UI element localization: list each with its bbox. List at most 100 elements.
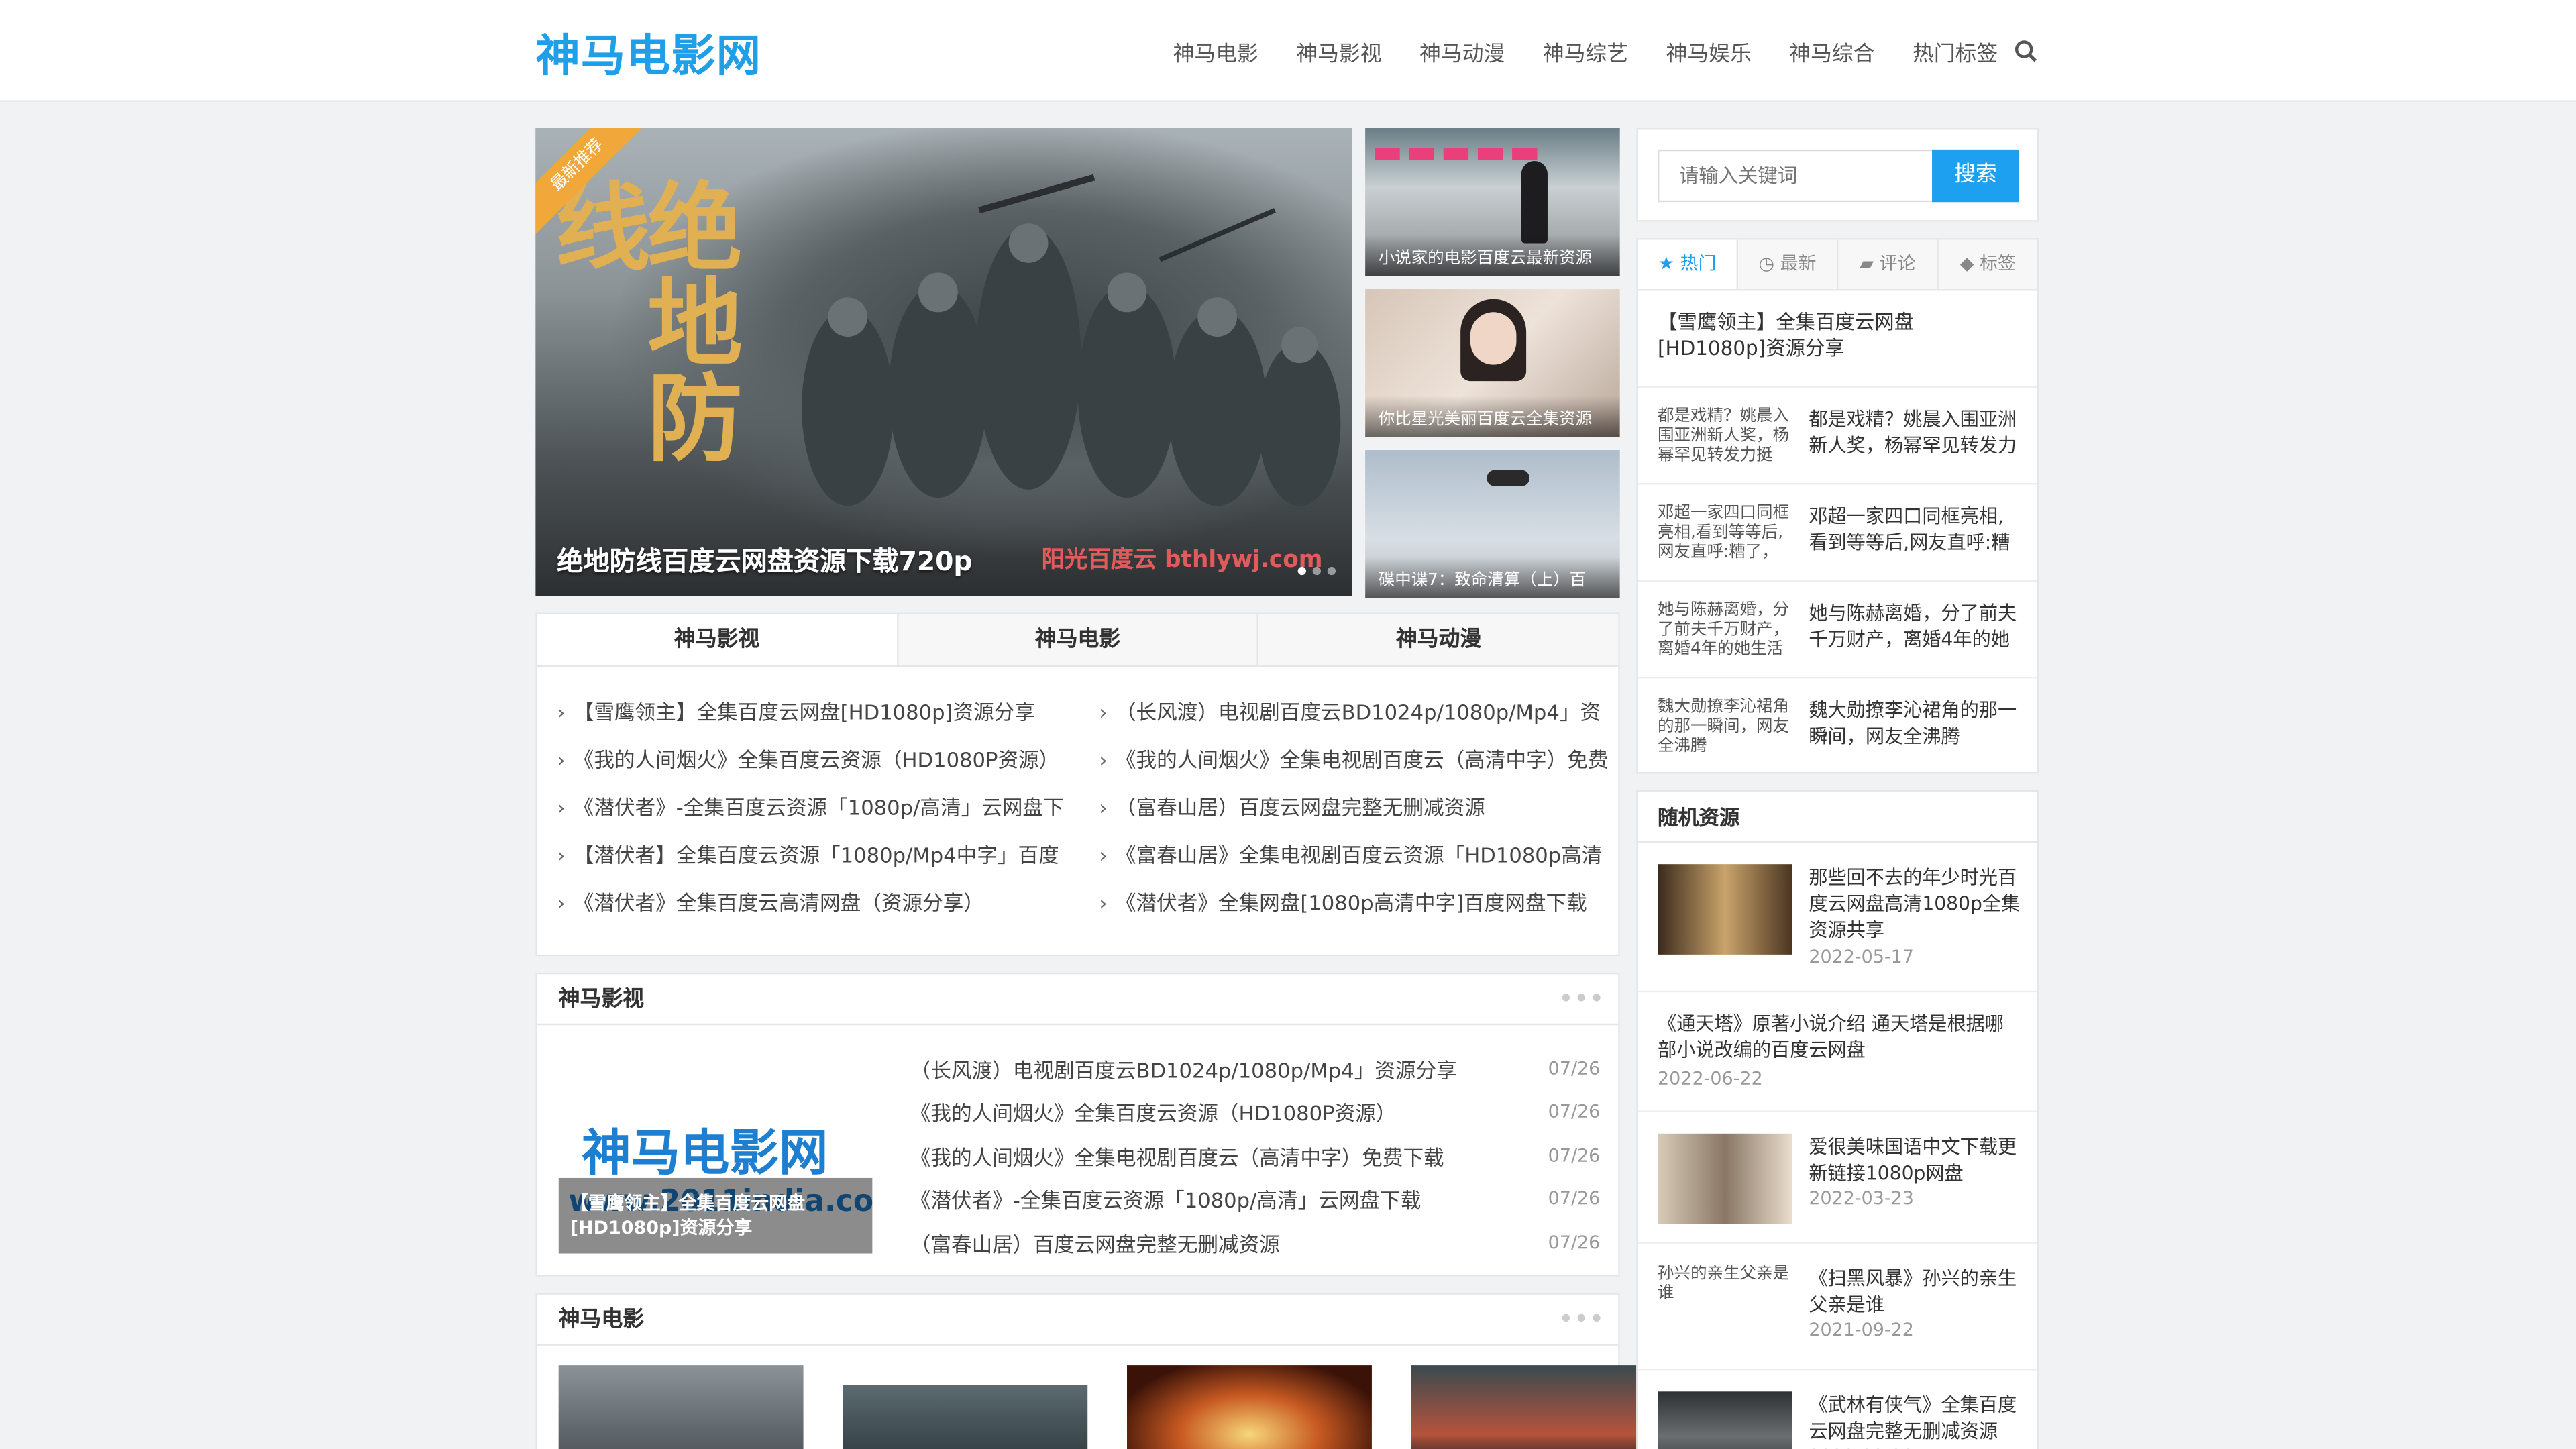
nav-item[interactable]: 神马综艺 <box>1543 36 1628 68</box>
tab-latest[interactable]: ◷ 最新 <box>1738 239 1839 290</box>
tab-label: 标签 <box>1980 253 2016 274</box>
random-widget: 随机资源 那些回不去的年少时光百度云网盘高清1080p全集资源共享 2022-0… <box>1636 790 2039 1449</box>
list-item[interactable]: 《潜伏者》-全集百度云资源「1080p/高清」云网盘下载 07/26 <box>910 1177 1601 1221</box>
tab-link-list: 【雪鹰领主】全集百度云网盘[HD1080p]资源分享 （长风渡）电视剧百度云BD… <box>557 696 1609 918</box>
hot-tabs: ★ 热门 ◷ 最新 ▰ 评论 ◆ 标签 <box>1638 239 2037 291</box>
item-title[interactable]: 《我的人间烟火》全集百度云资源（HD1080P资源） <box>910 1096 1397 1128</box>
list-item[interactable]: 《我的人间烟火》全集百度云资源（HD1080P资源） <box>557 744 1099 775</box>
side-thumb[interactable]: ▬▬▬▬▬ 小说家的电影百度云最新资源 <box>1365 128 1620 276</box>
nav-item[interactable]: 神马电影 <box>1173 36 1258 68</box>
side-thumb[interactable]: 你比星光美丽百度云全集资源 <box>1365 289 1620 437</box>
search-button[interactable]: 搜索 <box>1932 149 2019 203</box>
list-item[interactable]: 《通天塔》原著小说介绍 通天塔是根据哪部小说改编的百度云网盘 2022-06-2… <box>1638 992 2037 1112</box>
search-icon[interactable] <box>2014 40 2037 62</box>
list-item[interactable]: （富春山居）百度云网盘完整无删减资源 <box>1099 792 1608 823</box>
item-thumb <box>1658 864 1792 955</box>
item-date: 2022-06-22 <box>1658 1067 1763 1089</box>
list-item[interactable]: 《我的人间烟火》全集电视剧百度云（高清中字）免费下载 07/26 <box>910 1134 1601 1177</box>
site-header: 神马电影网 神马电影 神马影视 神马动漫 神马综艺 神马娱乐 神马综合 热门标签 <box>0 0 2576 102</box>
hero-slider[interactable]: 绝地防线 最新推荐 绝地防线百度云网盘资源下载720p 阳光百度云 bthlyw… <box>535 128 1352 596</box>
slider-dot[interactable] <box>1297 566 1306 576</box>
list-item[interactable]: 孙兴的亲生父亲是谁 《扫黑风暴》孙兴的亲生父亲是谁 2021-09-22 <box>1638 1244 2037 1371</box>
list-item[interactable]: （富春山居）百度云网盘完整无删减资源 07/26 <box>910 1221 1601 1265</box>
hot-first-item[interactable]: 【雪鹰领主】全集百度云网盘[HD1080p]资源分享 <box>1638 290 2037 388</box>
nav-item[interactable]: 神马影视 <box>1296 36 1381 68</box>
list-item[interactable]: 《潜伏者》全集百度云高清网盘（资源分享） <box>557 887 1099 918</box>
item-title[interactable]: 《扫黑风暴》孙兴的亲生父亲是谁 <box>1809 1265 2022 1318</box>
list-item[interactable]: 《武林有侠气》全集百度云网盘完整无删减资源 2023-02-20 <box>1638 1370 2037 1449</box>
featured-caption: 【雪鹰领主】全集百度云网盘[HD1080p]资源分享 <box>558 1177 873 1254</box>
search-input[interactable] <box>1658 149 1934 203</box>
list-item[interactable]: 都是戏精？姚晨入围亚洲新人奖，杨幂罕见转发力挺 都是戏精？姚晨入围亚洲新人奖，杨… <box>1638 388 2037 485</box>
list-item[interactable]: 【雪鹰领主】全集百度云网盘[HD1080p]资源分享 <box>557 696 1099 728</box>
poster-calligraphy: 绝地防线 <box>539 177 743 464</box>
list-item[interactable]: 《富春山居》全集电视剧百度云资源「HD1080p高清 <box>1099 839 1608 871</box>
list-item[interactable]: （长风渡）电视剧百度云BD1024p/1080p/Mp4」资源分享 07/26 <box>910 1046 1601 1090</box>
thumb-art-text: ▬▬▬▬▬ <box>1371 131 1544 171</box>
item-date: 07/26 <box>1548 1144 1601 1167</box>
list-item[interactable]: （长风渡）电视剧百度云BD1024p/1080p/Mp4」资 <box>1099 696 1608 728</box>
item-title[interactable]: 她与陈赫离婚，分了前夫千万财产，离婚4年的她 <box>1809 600 2022 655</box>
list-item[interactable]: 【潜伏者】全集百度云资源「1080p/Mp4中字」百度 <box>557 839 1099 871</box>
item-title[interactable]: 《武林有侠气》全集百度云网盘完整无删减资源 <box>1809 1391 2022 1444</box>
tag-icon: ◆ <box>1960 253 1980 274</box>
slider-dot[interactable] <box>1312 566 1321 576</box>
featured-logo: 神马电影网 <box>581 1125 828 1183</box>
comment-icon: ▰ <box>1860 253 1880 274</box>
nav-item[interactable]: 神马综合 <box>1789 36 1874 68</box>
nav-item[interactable]: 神马动漫 <box>1419 36 1505 68</box>
random-title: 随机资源 <box>1638 792 2037 843</box>
tab-shenma-ys[interactable]: 神马影视 <box>537 614 898 665</box>
search-widget: 搜索 <box>1636 128 2039 222</box>
nav-item[interactable]: 神马娱乐 <box>1666 36 1751 68</box>
item-title[interactable]: （长风渡）电视剧百度云BD1024p/1080p/Mp4」资源分享 <box>910 1053 1457 1084</box>
item-title[interactable]: 都是戏精？姚晨入围亚洲新人奖，杨幂罕见转发力 <box>1809 406 2022 462</box>
category-tabs-box: 神马影视 神马电影 神马动漫 【雪鹰领主】全集百度云网盘[HD1080p]资源分… <box>535 612 1620 957</box>
item-title[interactable]: 爱很美味国语中文下载更新链接1080p网盘 <box>1809 1134 2022 1186</box>
slider-caption[interactable]: 绝地防线百度云网盘资源下载720p <box>557 539 972 578</box>
item-title[interactable]: 那些回不去的年少时光百度云网盘高清1080p全集资源共享 <box>1809 864 2022 943</box>
slider-watermark: 阳光百度云 bthlywj.com <box>1041 547 1323 574</box>
list-item[interactable]: 爱很美味国语中文下载更新链接1080p网盘 2022-03-23 <box>1638 1112 2037 1244</box>
item-title[interactable]: （富春山居）百度云网盘完整无删减资源 <box>910 1227 1280 1258</box>
list-item[interactable]: 《我的人间烟火》全集电视剧百度云（高清中字）免费 <box>1099 744 1609 775</box>
tab-comments[interactable]: ▰ 评论 <box>1838 239 1939 290</box>
list-item[interactable]: 《潜伏者》全集网盘[1080p高清中字]百度网盘下载 <box>1099 887 1608 918</box>
list-item[interactable]: 她与陈赫离婚，分了前夫千万财产，离婚4年的她生活让人很羡慕 她与陈赫离婚，分了前… <box>1638 582 2037 679</box>
list-item[interactable]: 魏大勋撩李沁裙角的那一瞬间，网友全沸腾 魏大勋撩李沁裙角的那一瞬间，网友全沸腾 <box>1638 678 2037 775</box>
featured-card[interactable]: 神马电影网 www.2011india.com 【雪鹰领主】全集百度云网盘[HD… <box>558 1046 873 1254</box>
thumb-caption: 碟中谍7：致命清算（上）百 <box>1365 557 1620 598</box>
figure-face <box>1470 312 1517 365</box>
star-icon: ★ <box>1658 253 1680 274</box>
side-thumb[interactable]: 碟中谍7：致命清算（上）百 <box>1365 450 1620 598</box>
tab-hot[interactable]: ★ 热门 <box>1638 239 1739 290</box>
list-item[interactable]: 那些回不去的年少时光百度云网盘高清1080p全集资源共享 2022-05-17 <box>1638 843 2037 993</box>
list-item[interactable]: 《潜伏者》-全集百度云资源「1080p/高清」云网盘下 <box>557 792 1099 823</box>
thumb-broken-image: 魏大勋撩李沁裙角的那一瞬间，网友全沸腾 <box>1658 698 1789 756</box>
more-icon[interactable]: ••• <box>1559 974 1605 1025</box>
slider-dot[interactable] <box>1327 566 1336 576</box>
more-icon[interactable]: ••• <box>1559 1295 1605 1346</box>
item-title[interactable]: 《我的人间烟火》全集电视剧百度云（高清中字）免费下载 <box>910 1140 1444 1171</box>
tab-tags[interactable]: ◆ 标签 <box>1938 239 2037 290</box>
item-title[interactable]: 邓超一家四口同框亮相,看到等等后,网友直呼:糟 <box>1809 502 2022 558</box>
nav-item[interactable]: 热门标签 <box>1913 36 1998 68</box>
item-date: 07/26 <box>1548 1101 1601 1123</box>
site-logo[interactable]: 神马电影网 <box>535 19 761 84</box>
item-title[interactable]: 《通天塔》原著小说介绍 通天塔是根据哪部小说改编的百度云网盘 <box>1658 1010 2023 1063</box>
movie-poster[interactable] <box>558 1365 804 1449</box>
movie-poster[interactable] <box>1127 1365 1372 1449</box>
item-title[interactable]: 《潜伏者》-全集百度云资源「1080p/高清」云网盘下载 <box>910 1183 1421 1215</box>
item-title[interactable]: 魏大勋撩李沁裙角的那一瞬间，网友全沸腾 <box>1809 696 2022 752</box>
list-item[interactable]: 《我的人间烟火》全集百度云资源（HD1080P资源） 07/26 <box>910 1090 1601 1134</box>
tab-shenma-dm[interactable]: 神马动漫 <box>1258 614 1619 665</box>
thumb-broken-image: 她与陈赫离婚，分了前夫千万财产，离婚4年的她生活让人很羡慕 <box>1658 601 1789 659</box>
movie-poster[interactable] <box>1411 1365 1656 1449</box>
tab-shenma-dy[interactable]: 神马电影 <box>898 614 1259 665</box>
item-date: 2022-05-17 <box>1809 946 1914 968</box>
list-item[interactable]: 邓超一家四口同框亮相,看到等等后,网友直呼:糟了，太像孙俪了 邓超一家四口同框亮… <box>1638 484 2037 582</box>
soldiers-illustration <box>802 174 1341 506</box>
figure-shape <box>1521 161 1548 244</box>
section-shenma-ys: 神马影视 ••• 神马电影网 www.2011india.com 【雪鹰领主】全… <box>535 972 1620 1277</box>
movie-poster[interactable] <box>843 1365 1088 1449</box>
